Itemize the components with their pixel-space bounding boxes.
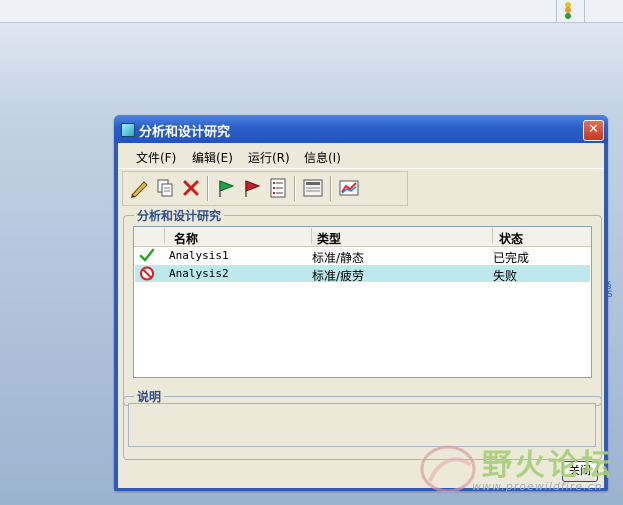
graph-icon[interactable] bbox=[338, 177, 360, 199]
row-name: Analysis2 bbox=[169, 267, 229, 280]
toolbar-divider bbox=[584, 0, 585, 22]
row-type: 标准/静态 bbox=[312, 251, 365, 265]
traffic-light-icon[interactable] bbox=[563, 2, 573, 20]
check-icon bbox=[139, 248, 155, 263]
side-panel-glyph: § S bbox=[607, 281, 613, 300]
dialog-title: 分析和设计研究 bbox=[139, 125, 231, 140]
title-bar[interactable]: 分析和设计研究 ✕ bbox=[114, 115, 608, 143]
studies-list[interactable]: 名称 类型 状态 Analysis1 标准/静态 已完成 Analysis2 标… bbox=[133, 226, 592, 378]
close-icon[interactable]: ✕ bbox=[583, 120, 604, 141]
green-flag-icon[interactable] bbox=[215, 177, 237, 199]
column-divider bbox=[164, 228, 165, 244]
menu-bar: 文件(F) 编辑(E) 运行(R) 信息(I) bbox=[118, 146, 604, 166]
column-header-status[interactable]: 状态 bbox=[499, 230, 523, 247]
menu-edit[interactable]: 编辑(E) bbox=[192, 149, 233, 166]
menu-separator bbox=[118, 168, 604, 169]
column-divider bbox=[311, 228, 312, 244]
row-status: 已完成 bbox=[493, 251, 530, 265]
host-toolbar-strip bbox=[0, 0, 623, 23]
copy-icon[interactable] bbox=[154, 177, 176, 199]
column-divider bbox=[492, 228, 493, 244]
toolbar-separator bbox=[207, 176, 209, 201]
report-icon[interactable] bbox=[302, 177, 324, 199]
list-row-analysis2[interactable]: Analysis2 标准/疲劳 失败 bbox=[135, 265, 590, 283]
list-icon[interactable] bbox=[267, 177, 289, 199]
menu-file[interactable]: 文件(F) bbox=[136, 149, 176, 166]
watermark-text: 野火论坛 bbox=[482, 448, 614, 483]
list-row-analysis1[interactable]: Analysis1 标准/静态 已完成 bbox=[135, 247, 590, 265]
prohibited-icon bbox=[139, 266, 155, 281]
watermark-url: www.proewildfire.cn bbox=[472, 480, 603, 493]
row-status: 失败 bbox=[493, 269, 518, 283]
toolbar-separator bbox=[294, 176, 296, 201]
column-header-type[interactable]: 类型 bbox=[317, 230, 341, 247]
toolbar-separator bbox=[330, 176, 332, 201]
app-icon bbox=[121, 123, 135, 137]
studies-group-label: 分析和设计研究 bbox=[134, 207, 225, 224]
toolbar bbox=[122, 171, 408, 206]
red-flag-icon[interactable] bbox=[241, 177, 263, 199]
menu-run[interactable]: 运行(R) bbox=[248, 149, 290, 166]
pencil-icon[interactable] bbox=[128, 177, 150, 199]
toolbar-divider bbox=[556, 0, 557, 22]
delete-icon[interactable] bbox=[180, 177, 202, 199]
row-name: Analysis1 bbox=[169, 249, 229, 262]
menu-info[interactable]: 信息(I) bbox=[304, 149, 341, 166]
row-type: 标准/疲劳 bbox=[312, 269, 365, 283]
column-header-name[interactable]: 名称 bbox=[174, 230, 198, 247]
list-header: 名称 类型 状态 bbox=[134, 227, 591, 247]
